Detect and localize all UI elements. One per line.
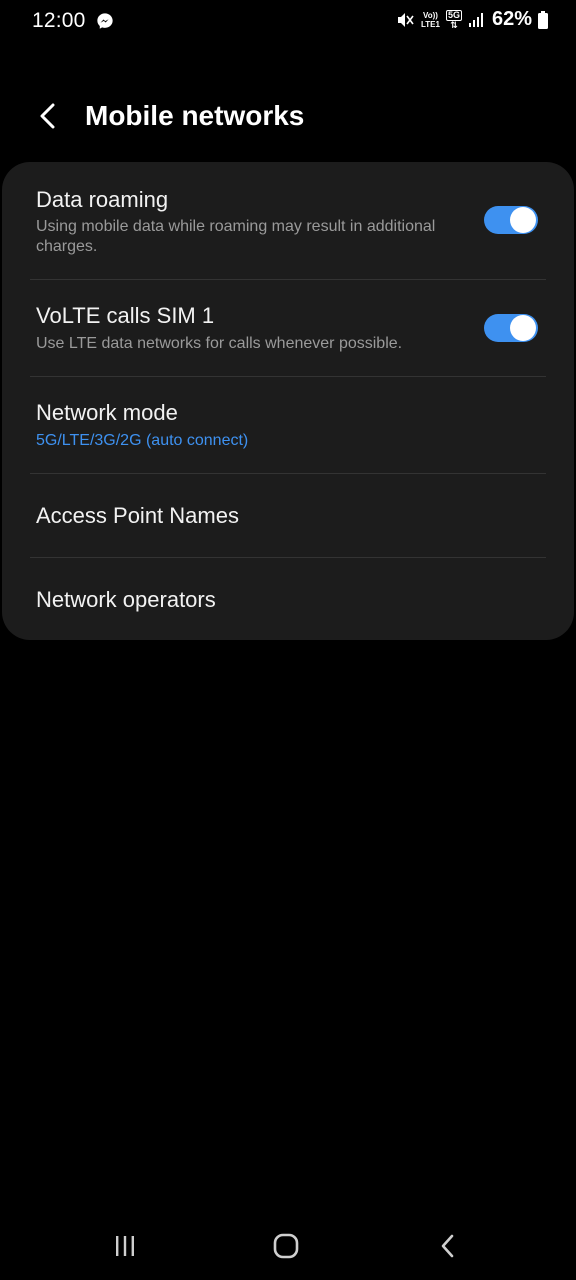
network-operators-title: Network operators — [36, 587, 216, 612]
toggle-knob — [510, 207, 536, 233]
volte-toggle[interactable] — [484, 314, 538, 342]
back-arrow-icon — [40, 103, 55, 129]
network-operators-row[interactable]: Network operators — [2, 558, 574, 640]
toggle-knob — [510, 315, 536, 341]
access-point-names-title: Access Point Names — [36, 503, 239, 528]
access-point-names-row[interactable]: Access Point Names — [2, 474, 574, 557]
volte-row[interactable]: VoLTE calls SIM 1 Use LTE data networks … — [2, 280, 574, 376]
back-button[interactable] — [30, 98, 66, 134]
messenger-icon — [96, 13, 113, 29]
home-icon — [273, 1233, 299, 1259]
network-mode-title: Network mode — [36, 400, 178, 425]
network-type-label: 5G — [445, 9, 462, 21]
volte-title: VoLTE calls SIM 1 — [36, 303, 215, 328]
recents-button[interactable] — [105, 1226, 145, 1266]
navigation-bar — [0, 1212, 576, 1280]
recents-icon — [116, 1236, 134, 1256]
nav-back-button[interactable] — [428, 1226, 468, 1266]
data-roaming-row[interactable]: Data roaming Using mobile data while roa… — [2, 162, 574, 279]
data-activity-icon: ⇅ — [450, 19, 458, 30]
app-header: Mobile networks — [0, 88, 576, 144]
data-roaming-title: Data roaming — [36, 187, 169, 212]
status-right: Vo)) LTE1 5G ⇅ 62% — [395, 8, 548, 31]
mute-icon — [397, 12, 414, 27]
status-left: 12:00 — [32, 9, 114, 33]
home-button[interactable] — [266, 1226, 306, 1266]
nav-back-icon — [441, 1234, 454, 1258]
signal-strength-icon — [468, 12, 483, 27]
status-time: 12:00 — [32, 9, 86, 32]
network-5g-icon: 5G ⇅ — [445, 9, 462, 30]
volte-label-bottom: LTE1 — [420, 19, 440, 29]
volte-label-top: Vo)) — [422, 10, 438, 20]
battery-icon — [538, 10, 548, 29]
volte-icon: Vo)) LTE1 — [421, 11, 440, 29]
settings-card: Data roaming Using mobile data while roa… — [2, 162, 574, 640]
data-roaming-subtitle: Using mobile data while roaming may resu… — [36, 218, 436, 255]
network-mode-row[interactable]: Network mode 5G/LTE/3G/2G (auto connect) — [2, 377, 574, 473]
battery-percent: 62% — [491, 8, 532, 30]
page-title: Mobile networks — [85, 100, 305, 131]
status-bar: 12:00 Vo)) LTE1 5G ⇅ 62% — [0, 0, 576, 44]
data-roaming-toggle[interactable] — [484, 206, 538, 234]
network-mode-value: 5G/LTE/3G/2G (auto connect) — [36, 432, 249, 449]
volte-subtitle: Use LTE data networks for calls whenever… — [36, 335, 403, 352]
